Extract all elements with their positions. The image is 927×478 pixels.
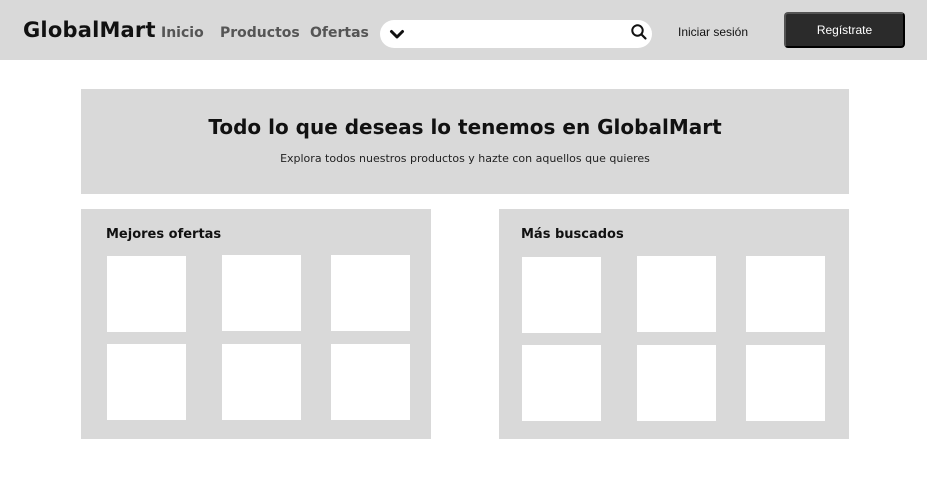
hero-subtitle: Explora todos nuestros productos y hazte… [280, 152, 650, 165]
product-tile[interactable] [522, 257, 601, 333]
nav-link-inicio[interactable]: Inicio [161, 25, 204, 41]
chevron-down-icon[interactable] [388, 25, 406, 43]
product-tile[interactable] [107, 344, 186, 420]
logo[interactable]: GlobalMart [23, 18, 156, 42]
best-offers-panel: Mejores ofertas [81, 209, 431, 439]
product-tile[interactable] [222, 255, 301, 331]
product-tile[interactable] [637, 256, 716, 332]
best-offers-title: Mejores ofertas [106, 227, 222, 242]
product-tile[interactable] [746, 256, 825, 332]
navbar: GlobalMart Inicio Productos Ofertas Inic… [0, 0, 927, 60]
hero-banner: Todo lo que deseas lo tenemos en GlobalM… [81, 89, 849, 194]
search-input[interactable] [414, 24, 619, 44]
product-tile[interactable] [331, 344, 410, 420]
product-tile[interactable] [522, 345, 601, 421]
login-link[interactable]: Iniciar sesión [678, 25, 748, 39]
register-button[interactable]: Regístrate [784, 12, 905, 48]
search-bar [380, 20, 652, 48]
search-icon[interactable] [630, 23, 648, 41]
hero-title: Todo lo que deseas lo tenemos en GlobalM… [208, 115, 722, 139]
product-tile[interactable] [107, 256, 186, 332]
product-tile[interactable] [222, 344, 301, 420]
product-tile[interactable] [331, 255, 410, 331]
nav-link-ofertas[interactable]: Ofertas [310, 25, 369, 41]
most-searched-title: Más buscados [521, 227, 624, 242]
product-tile[interactable] [637, 345, 716, 421]
product-tile[interactable] [746, 345, 825, 421]
most-searched-panel: Más buscados [499, 209, 849, 439]
nav-link-productos[interactable]: Productos [220, 25, 300, 41]
